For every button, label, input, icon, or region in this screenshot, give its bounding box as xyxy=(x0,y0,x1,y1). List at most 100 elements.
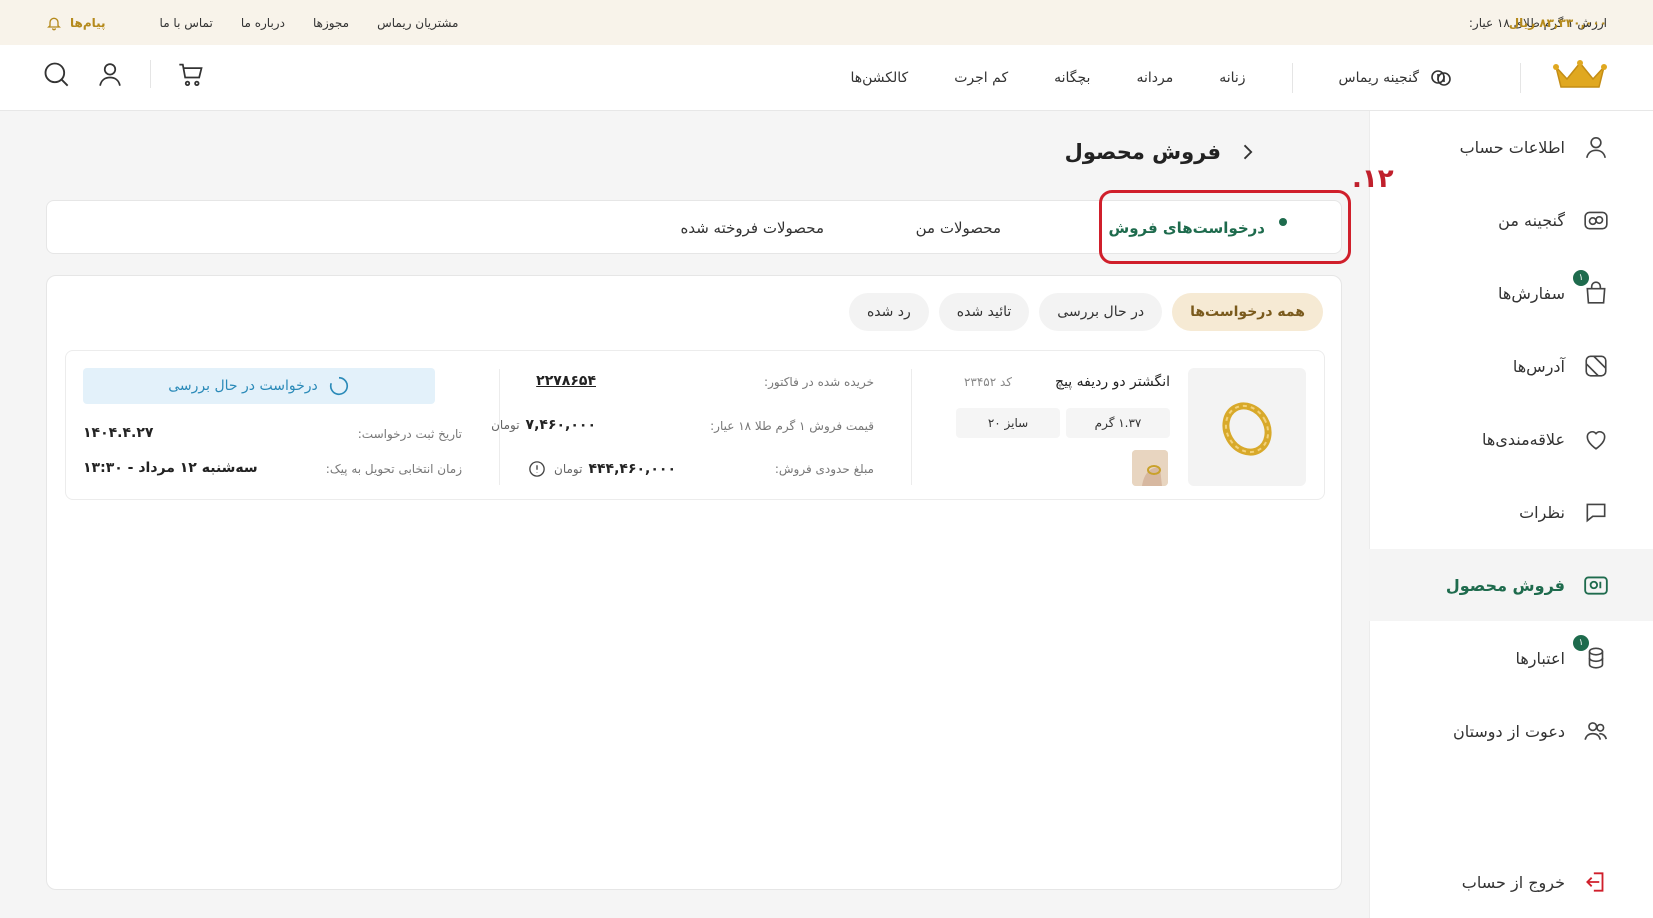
unit-price: ۷,۴۶۰,۰۰۰ تومان xyxy=(491,417,596,433)
link-contact[interactable]: تماس با ما xyxy=(160,16,213,30)
sidebar-item-label: فروش محصول xyxy=(1445,575,1565,595)
sidebar-item-addresses[interactable]: آدرس‌ها xyxy=(1369,330,1653,402)
gold-price: ارزش ۱ گرم طلای ۱۸ عیار: ۸۳,۳۳۰,۰۰۰ ریال xyxy=(1469,16,1607,30)
main-nav: گنجینه ریماس زنانه مردانه بچگانه کم اجرت… xyxy=(851,45,1454,111)
sidebar-item-label: دعوت از دوستان xyxy=(1452,721,1565,741)
sell-request-card[interactable]: انگشتر دو ردیفه پیچ کد ۲۳۴۵۲ ۱.۳۷ گرم سا… xyxy=(65,350,1325,500)
sidebar-item-favorites[interactable]: علاقه‌مندی‌ها xyxy=(1369,403,1653,475)
gold-price-value: ۸۳,۳۳۰,۰۰۰ ریال xyxy=(1508,15,1607,30)
top-announcement-bar: ارزش ۱ گرم طلای ۱۸ عیار: ۸۳,۳۳۰,۰۰۰ ریال… xyxy=(0,0,1653,45)
product-size: سایز ۲۰ xyxy=(956,408,1060,438)
messages-button[interactable]: پیام‌ها xyxy=(46,15,106,31)
tab-sold-products[interactable]: محصولات فروخته شده xyxy=(680,201,824,255)
tutorial-step-number: .۱۲ xyxy=(1352,164,1394,194)
treasure-icon xyxy=(1583,207,1609,233)
link-customers[interactable]: مشتریان ریماس xyxy=(377,16,458,30)
product-name: انگشتر دو ردیفه پیچ xyxy=(1055,374,1170,390)
heart-icon xyxy=(1583,426,1609,452)
filter-all[interactable]: همه درخواست‌ها xyxy=(1172,293,1323,331)
unit-price-label: قیمت فروش ۱ گرم طلا ۱۸ عیار: xyxy=(710,419,874,433)
status-badge: درخواست در حال بررسی xyxy=(83,368,435,404)
page-header: فروش محصول xyxy=(1065,140,1257,164)
status-filters: همه درخواست‌ها در حال بررسی تائید شده رد… xyxy=(848,293,1323,331)
nav-women[interactable]: زنانه xyxy=(1219,70,1245,86)
tab-label: محصولات من xyxy=(915,219,1001,237)
tutorial-highlight-box xyxy=(1099,190,1351,264)
back-chevron-icon[interactable] xyxy=(1237,142,1257,162)
sidebar-item-orders[interactable]: ۱ سفارش‌ها xyxy=(1369,257,1653,329)
sell-icon xyxy=(1583,572,1609,598)
product-mini-photo[interactable] xyxy=(1132,450,1168,486)
sidebar-item-label: اطلاعات حساب xyxy=(1459,137,1565,157)
sidebar-item-treasure[interactable]: گنجینه من xyxy=(1369,184,1653,256)
sidebar-item-account[interactable]: اطلاعات حساب xyxy=(1369,111,1653,183)
approx-amount: ۴۴۴,۴۶۰,۰۰۰ تومان xyxy=(528,460,676,478)
currency-unit: تومان xyxy=(554,462,583,476)
delivery-time-label: زمان انتخابی تحویل به پیک: xyxy=(325,462,462,476)
tab-my-products[interactable]: محصولات من xyxy=(916,201,1001,255)
coins-icon: ۱ xyxy=(1573,635,1609,671)
logout-button[interactable]: خروج از حساب xyxy=(1369,846,1653,918)
account-sidebar: اطلاعات حساب گنجینه من ۱ سفارش‌ها آدرس‌ه… xyxy=(1369,111,1653,918)
gold-ring-icon xyxy=(1222,402,1272,456)
filter-rejected[interactable]: رد شده xyxy=(848,293,929,331)
request-date-value: ۱۴۰۴.۴.۲۷ xyxy=(83,425,154,441)
credits-badge: ۱ xyxy=(1573,635,1589,651)
treasure-icon xyxy=(1429,66,1453,90)
sidebar-item-label: سفارش‌ها xyxy=(1498,283,1565,303)
nav-treasure[interactable]: گنجینه ریماس xyxy=(1339,66,1453,90)
messages-label: پیام‌ها xyxy=(70,15,106,30)
bag-icon: ۱ xyxy=(1573,270,1609,306)
nav-treasure-label: گنجینه ریماس xyxy=(1338,70,1419,86)
logout-icon xyxy=(1583,869,1609,895)
unit-price-value: ۷,۴۶۰,۰۰۰ xyxy=(525,417,596,433)
orders-badge: ۱ xyxy=(1573,270,1589,286)
filter-approved[interactable]: تائید شده xyxy=(938,293,1030,331)
main-header: گنجینه ریماس زنانه مردانه بچگانه کم اجرت… xyxy=(0,45,1653,111)
loading-spinner-icon xyxy=(328,375,350,397)
comment-icon xyxy=(1583,499,1609,525)
map-icon xyxy=(1583,353,1609,379)
user-icon[interactable] xyxy=(96,60,124,88)
status-text: درخواست در حال بررسی xyxy=(168,378,318,394)
approx-amount-label: مبلغ حدودی فروش: xyxy=(774,462,874,476)
search-icon[interactable] xyxy=(42,60,70,88)
sidebar-item-label: نظرات xyxy=(1519,502,1565,522)
page-title: فروش محصول xyxy=(1064,140,1221,164)
link-licenses[interactable]: مجوزها xyxy=(313,16,349,30)
invoice-number[interactable]: ۲۲۷۸۶۵۴ xyxy=(536,373,596,389)
header-actions xyxy=(42,60,205,88)
logout-label: خروج از حساب xyxy=(1461,872,1565,892)
nav-men[interactable]: مردانه xyxy=(1136,70,1173,86)
link-about[interactable]: درباره ما xyxy=(241,16,285,30)
nav-collections[interactable]: کالکشن‌ها xyxy=(851,70,909,86)
tab-label: محصولات فروخته شده xyxy=(680,219,824,237)
request-date-label: تاریخ ثبت درخواست: xyxy=(357,427,462,441)
invoice-label: خریده شده در فاکتور: xyxy=(764,375,874,389)
product-weight: ۱.۳۷ گرم xyxy=(1066,408,1170,438)
sidebar-item-label: علاقه‌مندی‌ها xyxy=(1482,429,1565,449)
sidebar-item-comments[interactable]: نظرات xyxy=(1369,476,1653,548)
requests-panel: همه درخواست‌ها در حال بررسی تائید شده رد… xyxy=(46,275,1342,890)
sidebar-item-label: آدرس‌ها xyxy=(1512,356,1565,376)
sidebar-item-invite-friends[interactable]: دعوت از دوستان xyxy=(1369,695,1653,767)
filter-reviewing[interactable]: در حال بررسی xyxy=(1039,293,1163,331)
sidebar-item-credits[interactable]: ۱ اعتبارها xyxy=(1369,622,1653,694)
info-icon[interactable] xyxy=(528,460,546,478)
approx-amount-value: ۴۴۴,۴۶۰,۰۰۰ xyxy=(588,461,676,477)
product-image xyxy=(1188,368,1306,486)
bell-icon xyxy=(46,15,62,31)
user-icon xyxy=(1583,134,1609,160)
nav-low-fee[interactable]: کم اجرت xyxy=(954,70,1008,86)
cart-icon[interactable] xyxy=(177,60,205,88)
friends-icon xyxy=(1583,718,1609,744)
nav-kids[interactable]: بچگانه xyxy=(1054,70,1090,86)
sidebar-item-label: اعتبارها xyxy=(1515,648,1565,668)
sidebar-item-label: گنجینه من xyxy=(1498,210,1565,230)
delivery-time-value: سه‌شنبه ۱۲ مرداد - ۱۳:۳۰ xyxy=(83,460,258,476)
top-links: مشتریان ریماس مجوزها درباره ما تماس با م… xyxy=(46,15,458,31)
product-code: کد ۲۳۴۵۲ xyxy=(963,375,1012,389)
logo-crown-icon[interactable] xyxy=(1553,59,1607,91)
currency-unit: تومان xyxy=(491,418,520,432)
sidebar-item-sell-product[interactable]: فروش محصول xyxy=(1369,549,1653,621)
